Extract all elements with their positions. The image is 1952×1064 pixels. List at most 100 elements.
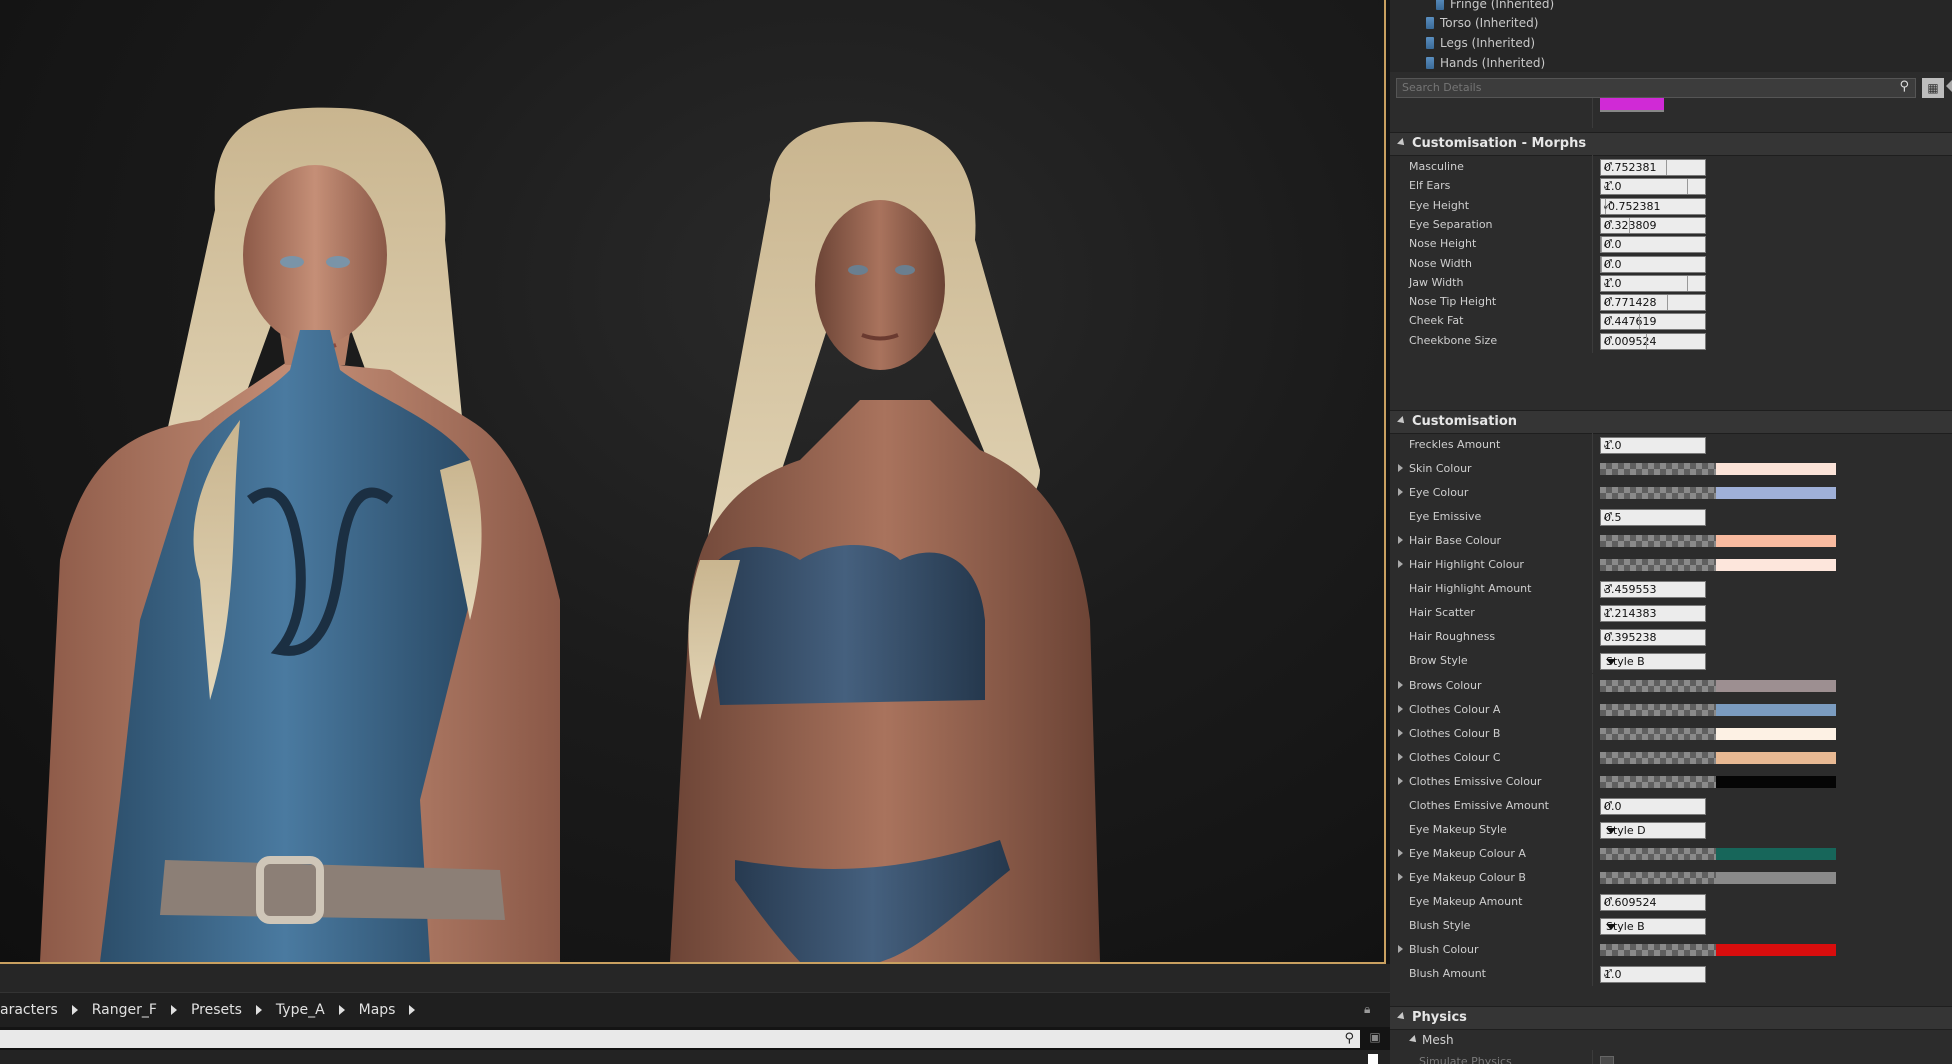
search-icon[interactable]: ⚲ bbox=[1899, 79, 1909, 94]
expand-arrow-icon[interactable] bbox=[1398, 536, 1403, 545]
breadcrumb-item[interactable]: Type_A bbox=[276, 1002, 325, 1018]
skin-colour-swatch[interactable] bbox=[1600, 463, 1836, 476]
breadcrumb-chevron-icon[interactable] bbox=[338, 1005, 345, 1015]
expand-arrows-icon[interactable]: ⤢ bbox=[1604, 439, 1701, 450]
property-row-eye-makeup-colour-b: Eye Makeup Colour B bbox=[1390, 865, 1952, 890]
breadcrumb-chevron-icon[interactable] bbox=[409, 1005, 416, 1015]
hair-highlight-colour-swatch[interactable] bbox=[1600, 559, 1836, 572]
column-divider bbox=[1592, 962, 1593, 987]
category-customisation[interactable]: Customisation bbox=[1390, 410, 1952, 434]
eye-makeup-amount-input[interactable]: 0.609524 ⤢ bbox=[1600, 893, 1706, 911]
blush-style-dropdown[interactable]: Style B bbox=[1600, 918, 1706, 935]
hair-scatter-input[interactable]: 1.214383 ⤢ bbox=[1600, 605, 1706, 623]
cheekbone-size-input[interactable]: 0.009524 ⤢ bbox=[1600, 332, 1706, 350]
column-divider bbox=[1592, 433, 1593, 457]
tree-item-hands[interactable]: Hands (Inherited) bbox=[1426, 53, 1545, 73]
hair-roughness-input[interactable]: 0.395238 ⤢ bbox=[1600, 629, 1706, 647]
expand-triangle-icon[interactable] bbox=[1409, 1035, 1419, 1045]
expand-arrows-icon[interactable]: ⤢ bbox=[1604, 277, 1701, 288]
clothes-colour-c-swatch[interactable] bbox=[1600, 751, 1836, 764]
hair-highlight-amount-input[interactable]: 3.459553 ⤢ bbox=[1600, 581, 1706, 599]
expand-arrow-icon[interactable] bbox=[1398, 945, 1403, 954]
breadcrumb-item[interactable]: aracters bbox=[0, 1002, 58, 1018]
column-divider bbox=[1592, 817, 1593, 842]
viewport[interactable] bbox=[0, 0, 1386, 964]
eye-makeup-style-dropdown[interactable]: Style D bbox=[1600, 821, 1706, 839]
breadcrumb-chevron-icon[interactable] bbox=[170, 1005, 177, 1015]
brow-style-dropdown[interactable]: Style B bbox=[1600, 653, 1706, 671]
expand-triangle-icon[interactable] bbox=[1397, 1012, 1407, 1022]
expand-arrows-icon[interactable]: ⤢ bbox=[1604, 607, 1701, 618]
clothes-colour-b-swatch[interactable] bbox=[1600, 727, 1836, 740]
expand-arrow-icon[interactable] bbox=[1398, 488, 1403, 497]
property-label: Clothes Colour C bbox=[1409, 750, 1501, 764]
expand-arrow-icon[interactable] bbox=[1398, 560, 1403, 569]
details-search[interactable]: ⚲ bbox=[1396, 78, 1916, 98]
expand-arrows-icon[interactable]: ⤢ bbox=[1604, 583, 1701, 594]
clothes-emissive-amount-input[interactable]: 0.0 ⤢ bbox=[1600, 797, 1706, 815]
tree-item-torso[interactable]: Torso (Inherited) bbox=[1426, 13, 1538, 33]
breadcrumb-item[interactable]: Presets bbox=[191, 1002, 242, 1018]
simulate-physics-checkbox[interactable] bbox=[1600, 1056, 1614, 1064]
clothes-colour-a-swatch[interactable] bbox=[1600, 703, 1836, 716]
breadcrumb-item[interactable]: Ranger_F bbox=[92, 1002, 157, 1018]
expand-arrows-icon[interactable]: ⤢ bbox=[1604, 800, 1701, 811]
expand-arrows-icon[interactable]: ⤢ bbox=[1604, 896, 1701, 907]
expand-arrows-icon[interactable]: ⤢ bbox=[1604, 315, 1701, 326]
column-divider bbox=[1592, 865, 1593, 890]
expand-arrows-icon[interactable]: ⤢ bbox=[1604, 631, 1701, 642]
expand-arrow-icon[interactable] bbox=[1398, 464, 1403, 473]
hair-base-colour-swatch[interactable] bbox=[1600, 535, 1836, 548]
tree-item-legs[interactable]: Legs (Inherited) bbox=[1426, 33, 1535, 53]
expand-arrow-icon[interactable] bbox=[1398, 872, 1403, 881]
asset-search-input[interactable]: ⚲ bbox=[0, 1030, 1360, 1048]
eye-emissive-input[interactable]: 0.5 ⤢ bbox=[1600, 509, 1706, 527]
save-search-icon[interactable]: ▣ bbox=[1362, 1030, 1388, 1048]
search-icon[interactable]: ⚲ bbox=[1344, 1031, 1354, 1046]
expand-arrows-icon[interactable]: ⤢ bbox=[1604, 296, 1701, 307]
expand-arrows-icon[interactable]: ⤢ bbox=[1604, 258, 1701, 269]
expand-arrow-icon[interactable] bbox=[1398, 776, 1403, 785]
subcategory-mesh[interactable]: Mesh bbox=[1390, 1030, 1952, 1050]
eye-makeup-colour-b-swatch[interactable] bbox=[1600, 871, 1836, 884]
expand-arrow-icon[interactable] bbox=[1398, 728, 1403, 737]
expand-arrow-icon[interactable] bbox=[1398, 752, 1403, 761]
blush-colour-swatch[interactable] bbox=[1600, 944, 1836, 957]
category-physics[interactable]: Physics bbox=[1390, 1006, 1952, 1030]
alpha-checker bbox=[1600, 487, 1716, 500]
eye-colour-swatch[interactable] bbox=[1600, 487, 1836, 500]
expand-arrow-icon[interactable] bbox=[1398, 680, 1403, 689]
color-fill bbox=[1716, 775, 1836, 788]
expand-arrows-icon[interactable]: ⤢ bbox=[1604, 968, 1701, 979]
expand-arrows-icon[interactable]: ⤢ bbox=[1604, 511, 1701, 522]
expand-arrow-icon[interactable] bbox=[1398, 848, 1403, 857]
tree-item-fringe[interactable]: Fringe (Inherited) bbox=[1436, 0, 1554, 14]
breadcrumb-item[interactable]: Maps bbox=[359, 1002, 396, 1018]
breadcrumb-chevron-icon[interactable] bbox=[71, 1005, 78, 1015]
collapse-arrow-icon[interactable] bbox=[1946, 80, 1952, 92]
freckles-amount-input[interactable]: 1.0 ⤢ bbox=[1600, 437, 1706, 454]
color-swatch[interactable] bbox=[1600, 98, 1664, 112]
expand-arrows-icon[interactable]: ⤢ bbox=[1604, 335, 1701, 346]
blush-amount-input[interactable]: 1.0 ⤢ bbox=[1600, 966, 1706, 984]
expand-arrows-icon[interactable]: ⤢ bbox=[1604, 180, 1701, 191]
clothes-emissive-colour-swatch[interactable] bbox=[1600, 775, 1836, 788]
brows-colour-swatch[interactable] bbox=[1600, 679, 1836, 692]
skeletal-mesh-icon bbox=[1426, 17, 1434, 29]
expand-triangle-icon[interactable] bbox=[1397, 416, 1407, 426]
lock-icon[interactable]: 🔒︎ bbox=[1364, 1002, 1376, 1016]
expand-arrows-icon[interactable]: ⤢ bbox=[1604, 200, 1701, 211]
browser-toolbar-gap bbox=[0, 964, 1390, 992]
expand-triangle-icon[interactable] bbox=[1397, 138, 1407, 148]
asset-thumbnail[interactable] bbox=[1368, 1054, 1378, 1064]
details-search-input[interactable] bbox=[1397, 79, 1882, 95]
expand-arrows-icon[interactable]: ⤢ bbox=[1604, 238, 1701, 249]
expand-arrow-icon[interactable] bbox=[1398, 704, 1403, 713]
view-options-icon[interactable]: ▦ bbox=[1922, 78, 1944, 98]
category-customisation-morphs[interactable]: Customisation - Morphs bbox=[1390, 132, 1952, 156]
expand-arrows-icon[interactable]: ⤢ bbox=[1604, 161, 1701, 172]
breadcrumb-chevron-icon[interactable] bbox=[255, 1005, 262, 1015]
eye-makeup-colour-a-swatch[interactable] bbox=[1600, 847, 1836, 860]
expand-arrows-icon[interactable]: ⤢ bbox=[1604, 219, 1701, 230]
property-row-brows-colour: Brows Colour bbox=[1390, 673, 1952, 698]
